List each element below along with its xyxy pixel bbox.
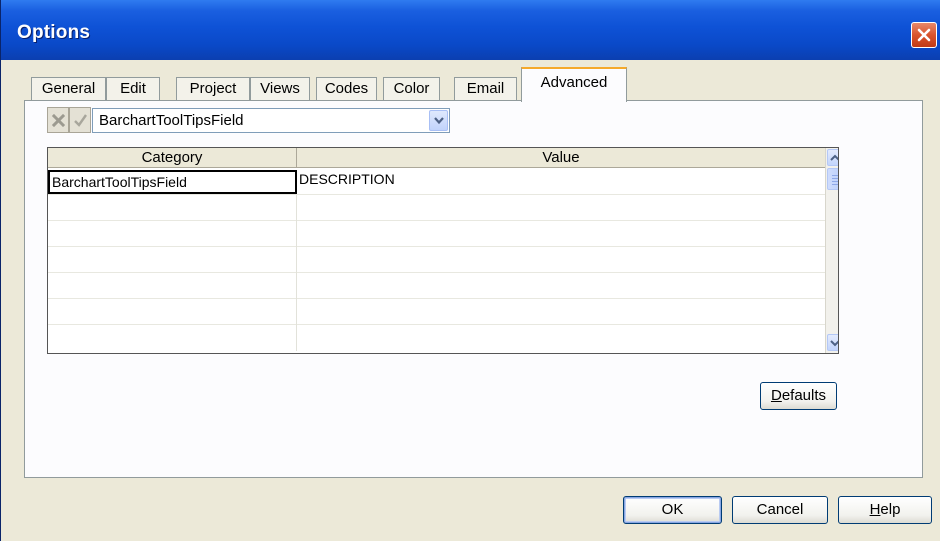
ok-label: OK <box>661 501 684 518</box>
apply-edit-button[interactable] <box>69 107 91 133</box>
table-row[interactable] <box>48 299 826 325</box>
tab-email[interactable]: Email <box>454 77 517 101</box>
x-icon <box>52 114 65 127</box>
properties-grid: Category Value BarchartToolTipsField DES… <box>47 147 839 354</box>
value-cell[interactable] <box>297 195 826 221</box>
title-bar[interactable]: Options <box>1 0 940 60</box>
table-row[interactable]: BarchartToolTipsField DESCRIPTION <box>48 169 826 195</box>
value-cell[interactable] <box>297 273 826 299</box>
tab-advanced[interactable]: Advanced <box>521 67 627 102</box>
chevron-up-icon <box>830 154 838 161</box>
help-label-rest: elp <box>880 501 901 518</box>
defaults-mnemonic: D <box>770 387 782 404</box>
help-mnemonic: H <box>869 501 881 518</box>
grid-vertical-scrollbar[interactable] <box>825 148 838 353</box>
tab-color[interactable]: Color <box>383 77 440 101</box>
grid-header: Category Value <box>48 148 826 169</box>
scroll-thumb[interactable] <box>827 168 838 190</box>
value-cell[interactable] <box>297 247 826 273</box>
field-select-dropdown-button[interactable] <box>429 110 448 131</box>
table-row[interactable] <box>48 273 826 299</box>
tab-edit[interactable]: Edit <box>106 77 160 101</box>
options-dialog: Options General Edit Project Views Codes… <box>0 0 940 541</box>
value-cell[interactable] <box>297 221 826 247</box>
tab-strip: General Edit Project Views Codes Color E… <box>31 67 931 102</box>
category-cell[interactable] <box>48 247 297 273</box>
cancel-button[interactable]: Cancel <box>732 496 828 524</box>
help-button[interactable]: Help <box>838 496 932 524</box>
close-icon <box>917 28 931 42</box>
category-cell[interactable]: BarchartToolTipsField <box>48 170 297 194</box>
table-row[interactable] <box>48 325 826 351</box>
value-cell[interactable] <box>297 325 826 351</box>
defaults-label-rest: efaults <box>781 387 827 404</box>
close-button[interactable] <box>911 22 937 48</box>
value-cell[interactable]: DESCRIPTION <box>297 169 826 195</box>
table-row[interactable] <box>48 247 826 273</box>
chevron-down-icon <box>830 340 838 347</box>
cancel-label: Cancel <box>756 501 804 518</box>
tab-general[interactable]: General <box>31 77 106 101</box>
field-select-value: BarchartToolTipsField <box>99 112 244 129</box>
category-cell[interactable] <box>48 195 297 221</box>
category-cell[interactable] <box>48 299 297 325</box>
tab-codes[interactable]: Codes <box>316 77 377 101</box>
ok-button[interactable]: OK <box>623 496 722 524</box>
advanced-panel: BarchartToolTipsField Category Value Bar… <box>24 100 923 478</box>
scroll-up-button[interactable] <box>827 149 838 166</box>
tab-project[interactable]: Project <box>176 77 250 101</box>
defaults-button[interactable]: Defaults <box>760 382 837 410</box>
field-select[interactable]: BarchartToolTipsField <box>92 108 450 133</box>
dialog-title: Options <box>17 22 91 43</box>
chevron-down-icon <box>434 117 444 125</box>
column-header-category[interactable]: Category <box>48 148 297 168</box>
category-cell[interactable] <box>48 221 297 247</box>
cancel-edit-button[interactable] <box>47 107 69 133</box>
table-row[interactable] <box>48 195 826 221</box>
table-row[interactable] <box>48 221 826 247</box>
tab-views[interactable]: Views <box>250 77 310 101</box>
checkmark-icon <box>74 114 87 127</box>
dialog-client: General Edit Project Views Codes Color E… <box>1 60 940 541</box>
category-cell[interactable] <box>48 325 297 351</box>
scroll-down-button[interactable] <box>827 334 838 351</box>
value-cell[interactable] <box>297 299 826 325</box>
column-header-value[interactable]: Value <box>297 148 826 168</box>
category-cell[interactable] <box>48 273 297 299</box>
